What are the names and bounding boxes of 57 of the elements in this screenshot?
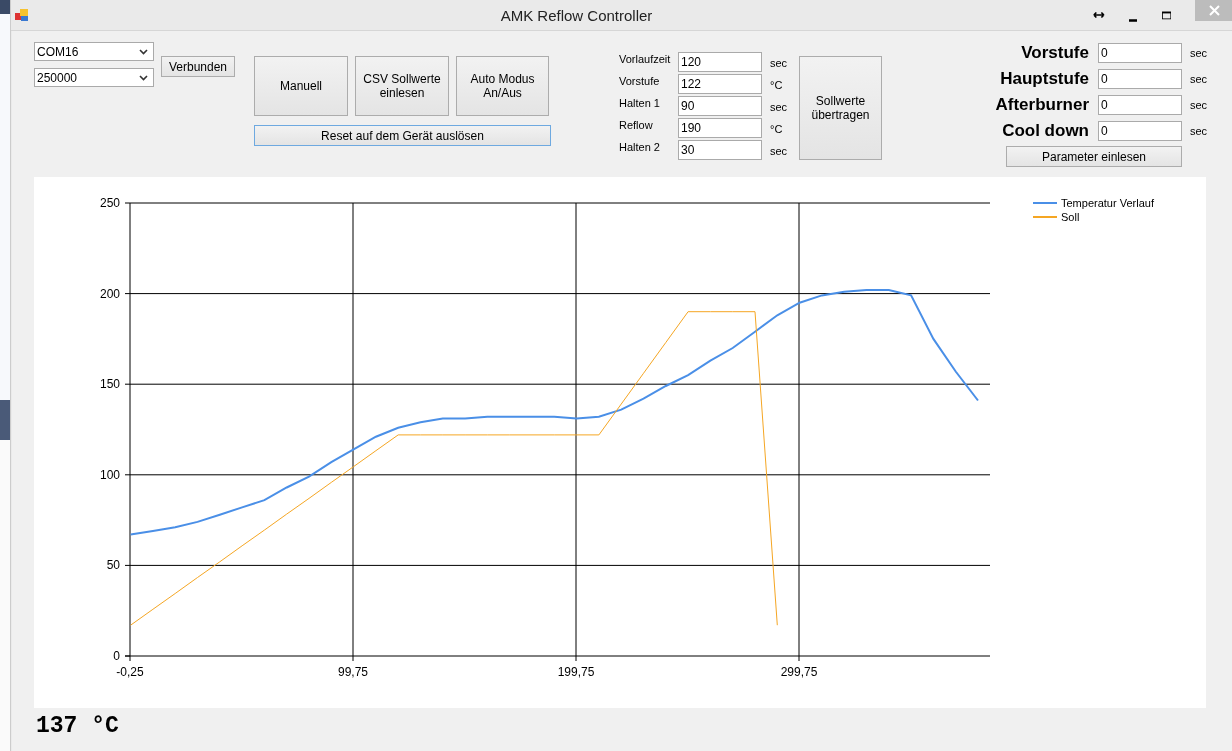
chevron-down-icon[interactable] bbox=[139, 48, 148, 55]
axis-tick-label: 199,75 bbox=[557, 665, 595, 679]
close-icon bbox=[1209, 5, 1221, 16]
axis-tick-label: -0,25 bbox=[116, 665, 144, 679]
read-parameters-button[interactable]: Parameter einlesen bbox=[1006, 146, 1182, 167]
connect-button[interactable]: Verbunden bbox=[161, 56, 235, 77]
parameter-label: Vorstufe bbox=[1020, 42, 1089, 63]
field-label: Halten 1 bbox=[619, 97, 661, 109]
legend-label: Soll bbox=[1061, 211, 1080, 223]
input-field[interactable]: 0 bbox=[1098, 42, 1182, 63]
mode-button[interactable]: Auto Modus An/Aus bbox=[456, 56, 549, 116]
parameter-label: Cool down bbox=[1001, 120, 1089, 141]
axis-tick-label: 99,75 bbox=[338, 665, 368, 679]
input-field[interactable]: 30 bbox=[678, 140, 762, 160]
unit-label: sec bbox=[1190, 124, 1209, 137]
axis-tick-label: 299,75 bbox=[780, 665, 818, 679]
unit-label: °C bbox=[770, 123, 784, 135]
temperature-reading: 137 °C bbox=[36, 713, 119, 739]
transfer-setpoints-button[interactable]: Sollwerte übertragen bbox=[799, 56, 882, 160]
axis-tick-label: 50 bbox=[106, 558, 120, 573]
input-field[interactable]: 90 bbox=[678, 96, 762, 116]
input-field[interactable]: 0 bbox=[1098, 68, 1182, 89]
unit-label: sec bbox=[1190, 72, 1209, 85]
unit-label: sec bbox=[770, 101, 789, 113]
mode-button[interactable]: Manuell bbox=[254, 56, 348, 116]
parameter-label: Afterburner bbox=[994, 94, 1089, 115]
field-label: Reflow bbox=[619, 119, 654, 131]
field-label: Vorlaufzeit bbox=[619, 53, 672, 65]
axis-tick-label: 200 bbox=[99, 286, 120, 301]
axis-tick-label: 100 bbox=[99, 467, 120, 482]
input-field[interactable]: 190 bbox=[678, 118, 762, 138]
input-field[interactable]: 120 bbox=[678, 52, 762, 72]
axis-tick-label: 0 bbox=[113, 649, 120, 663]
input-field[interactable]: 0 bbox=[1098, 120, 1182, 141]
input-field[interactable]: 122 bbox=[678, 74, 762, 94]
unit-label: sec bbox=[1190, 46, 1209, 59]
maximize-button[interactable] bbox=[1162, 10, 1172, 20]
axis-tick-label: 150 bbox=[99, 377, 120, 392]
chevron-down-icon[interactable] bbox=[139, 74, 148, 81]
unit-label: sec bbox=[770, 57, 789, 69]
port-dropdown[interactable]: COM16 bbox=[34, 42, 154, 61]
field-label: Vorstufe bbox=[619, 75, 661, 87]
window-title: AMK Reflow Controller bbox=[499, 6, 654, 24]
unit-label: sec bbox=[1190, 98, 1209, 111]
unit-label: sec bbox=[770, 145, 789, 157]
unit-label: °C bbox=[770, 79, 784, 91]
field-label: Halten 2 bbox=[619, 141, 661, 153]
app-icon bbox=[14, 7, 30, 23]
mode-button[interactable]: CSV Sollwerte einlesen bbox=[355, 56, 449, 116]
axis-tick-label: 250 bbox=[99, 196, 120, 210]
reset-button[interactable]: Reset auf dem Gerät auslösen bbox=[254, 125, 551, 146]
resize-arrows-icon[interactable] bbox=[1093, 10, 1105, 20]
input-field[interactable]: 0 bbox=[1098, 94, 1182, 115]
legend-label: Temperatur Verlauf bbox=[1061, 197, 1154, 209]
baud-rate-dropdown[interactable]: 250000 bbox=[34, 68, 154, 87]
minimize-button[interactable] bbox=[1128, 18, 1138, 22]
parameter-label: Hauptstufe bbox=[999, 68, 1089, 89]
